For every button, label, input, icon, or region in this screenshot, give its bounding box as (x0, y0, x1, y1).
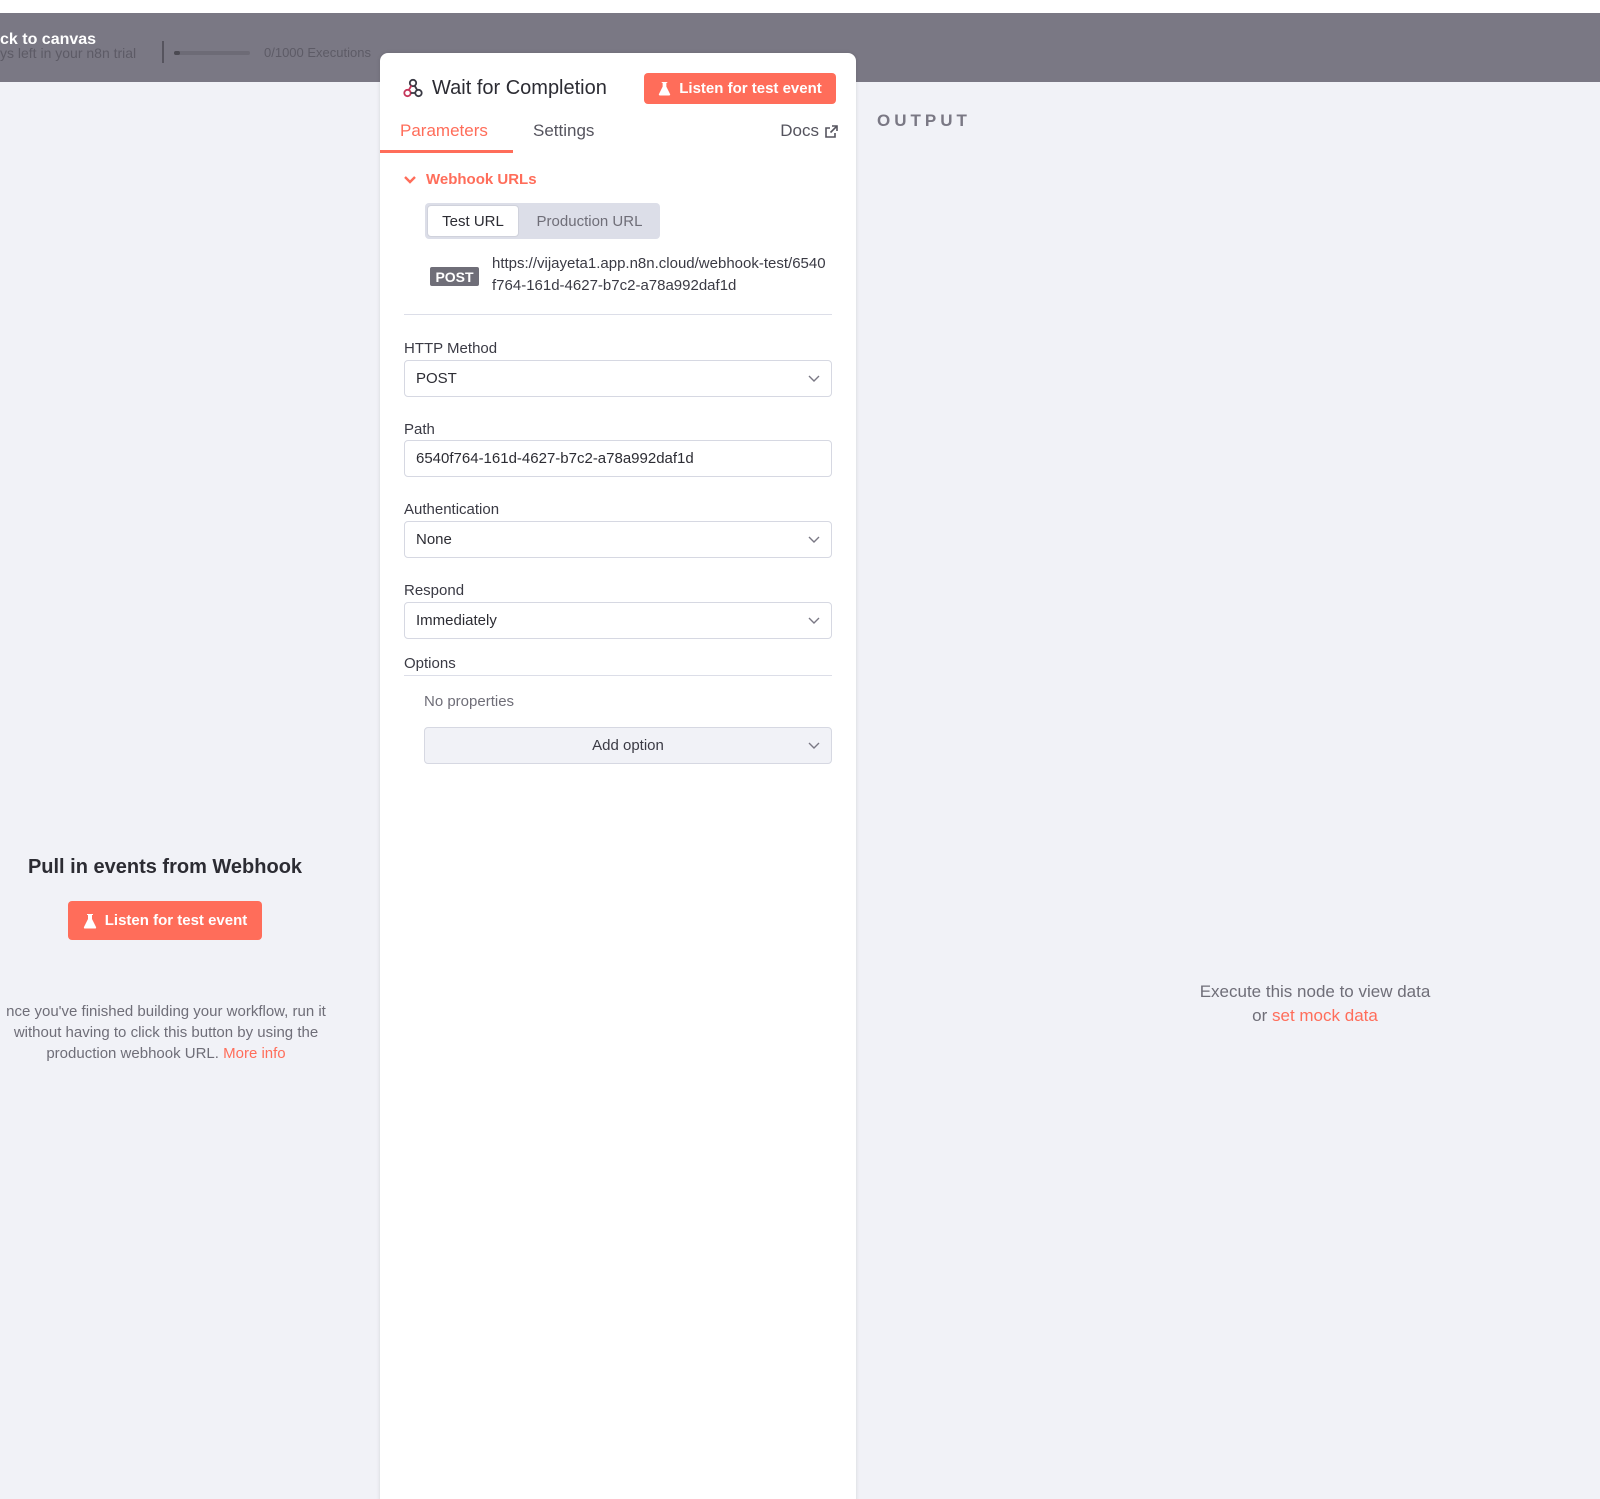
node-header: Wait for Completion Listen for test even… (380, 53, 856, 153)
webhook-icon (403, 78, 423, 98)
n8n-node-editor: ck to canvas ys left in your n8n trial 0… (0, 0, 1600, 1499)
respond-value: Immediately (416, 612, 497, 629)
external-link-icon (825, 124, 838, 138)
executions-count: 0/1000 Executions (264, 45, 371, 60)
path-value: 6540f764-161d-4627-b7c2-a78a992daf1d (416, 450, 694, 467)
node-parameters-panel: Wait for Completion Listen for test even… (380, 53, 856, 1499)
http-method-label: HTTP Method (404, 340, 498, 357)
set-mock-data-link[interactable]: set mock data (1272, 1006, 1378, 1025)
output-hint-prefix: or (1252, 1006, 1272, 1025)
chevron-down-icon (404, 175, 416, 184)
node-tabs: Parameters Settings Docs (380, 115, 856, 153)
no-properties-text: No properties (424, 693, 515, 710)
output-panel-label: OUTPUT (877, 111, 971, 130)
section-divider (404, 314, 832, 315)
docs-link[interactable]: Docs (780, 121, 838, 141)
http-method-value: POST (416, 370, 457, 387)
input-panel-title: Pull in events from Webhook (27, 856, 303, 878)
tab-settings[interactable]: Settings (533, 121, 594, 141)
authentication-value: None (416, 531, 452, 548)
respond-select[interactable]: Immediately (404, 602, 832, 639)
respond-label: Respond (404, 582, 465, 599)
output-panel (855, 82, 1600, 1499)
listen-for-test-event-button-input[interactable]: Listen for test event (68, 901, 262, 940)
active-tab-indicator (380, 150, 513, 153)
authentication-select[interactable]: None (404, 521, 832, 558)
production-url-tab[interactable]: Production URL (521, 205, 658, 237)
executions-progress-bar (174, 51, 250, 55)
webhook-url[interactable]: https://vijayeta1.app.n8n.cloud/webhook-… (492, 253, 827, 297)
flask-icon (83, 913, 96, 929)
listen-button-label: Listen for test event (104, 912, 248, 929)
webhook-urls-toggle[interactable]: Webhook URLs (404, 171, 537, 188)
chevron-down-icon (808, 742, 820, 749)
http-method-select[interactable]: POST (404, 360, 832, 397)
http-method-badge: POST (430, 267, 479, 286)
test-url-tab[interactable]: Test URL (427, 205, 519, 237)
url-type-switch: Test URL Production URL (425, 203, 660, 239)
chevron-down-icon (808, 375, 820, 382)
output-hint-line: Execute this node to view data (1199, 982, 1431, 1001)
chevron-down-icon (808, 617, 820, 624)
chevron-down-icon (808, 536, 820, 543)
listen-button-label: Listen for test event (679, 80, 822, 97)
webhook-urls-title: Webhook URLs (426, 171, 537, 188)
path-input[interactable]: 6540f764-161d-4627-b7c2-a78a992daf1d (404, 440, 832, 477)
options-label: Options (404, 655, 456, 672)
input-panel (0, 82, 380, 1499)
flask-icon (659, 82, 671, 96)
add-option-button[interactable]: Add option (424, 727, 832, 764)
input-panel-hint: nce you've finished building your workfl… (0, 1001, 342, 1064)
add-option-label: Add option (592, 737, 664, 754)
listen-for-test-event-button[interactable]: Listen for test event (644, 73, 836, 104)
authentication-label: Authentication (404, 501, 500, 518)
docs-label: Docs (780, 121, 819, 140)
trial-divider (162, 41, 164, 63)
more-info-link[interactable]: More info (223, 1045, 286, 1062)
path-label: Path (404, 421, 435, 438)
tab-parameters[interactable]: Parameters (400, 121, 488, 141)
output-panel-hint: Execute this node to view data or set mo… (1150, 980, 1480, 1028)
trial-days-text: ys left in your n8n trial (0, 45, 137, 61)
options-divider (404, 675, 832, 676)
node-title[interactable]: Wait for Completion (432, 77, 607, 100)
executions-progress-fill (174, 51, 180, 55)
